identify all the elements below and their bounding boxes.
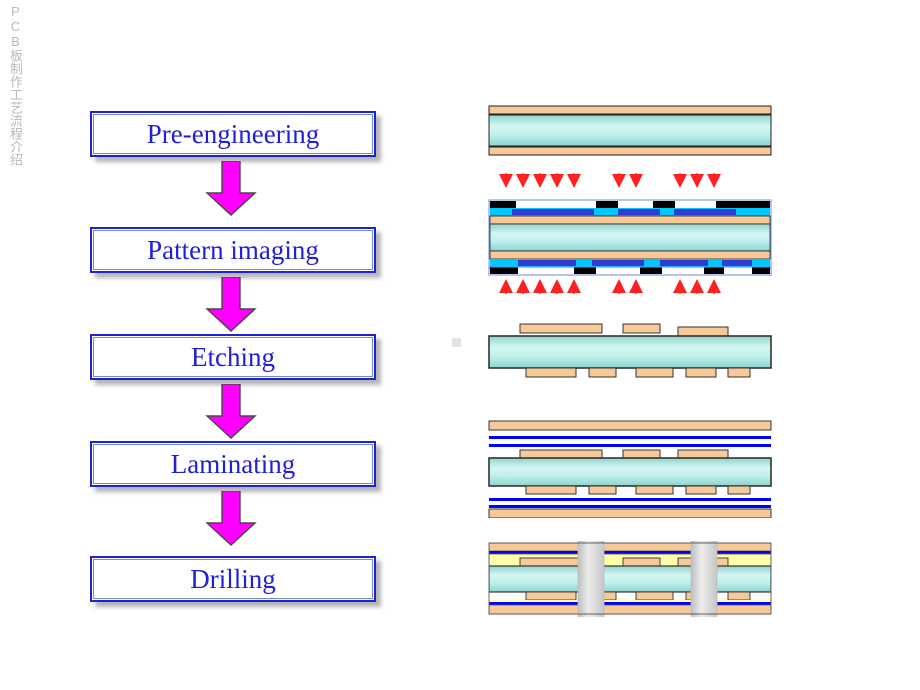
flow-step-pattern-imaging[interactable]: Pattern imaging: [90, 227, 376, 273]
flow-arrow-4: [205, 491, 257, 546]
flow-step-pre-engineering[interactable]: Pre-engineering: [90, 111, 376, 157]
flow-step-drilling[interactable]: Drilling: [90, 556, 376, 602]
flow-step-label: Pattern imaging: [147, 235, 319, 265]
diagram-lamination-stackup: [488, 420, 772, 518]
flow-step-label: Laminating: [170, 449, 296, 479]
vertical-side-title: PCB板制作工艺流程介绍: [8, 4, 22, 166]
slide-canvas: PCB板制作工艺流程介绍 Pre-engineering Pattern ima…: [0, 0, 920, 690]
flow-step-laminating[interactable]: Laminating: [90, 441, 376, 487]
diagram-copper-clad-laminate: [488, 105, 772, 157]
flow-step-etching[interactable]: Etching: [90, 334, 376, 380]
stray-gray-marker: [452, 338, 461, 347]
flow-arrow-3: [205, 384, 257, 439]
diagram-photoresist-exposure: [488, 172, 772, 296]
flow-step-label: Pre-engineering: [146, 119, 320, 149]
diagram-drilled-board: [488, 540, 772, 618]
flow-arrow-1: [205, 161, 257, 216]
flow-step-label: Etching: [191, 342, 275, 372]
flow-arrow-2: [205, 277, 257, 332]
flow-step-label: Drilling: [190, 564, 276, 594]
diagram-etched-traces: [488, 318, 772, 388]
